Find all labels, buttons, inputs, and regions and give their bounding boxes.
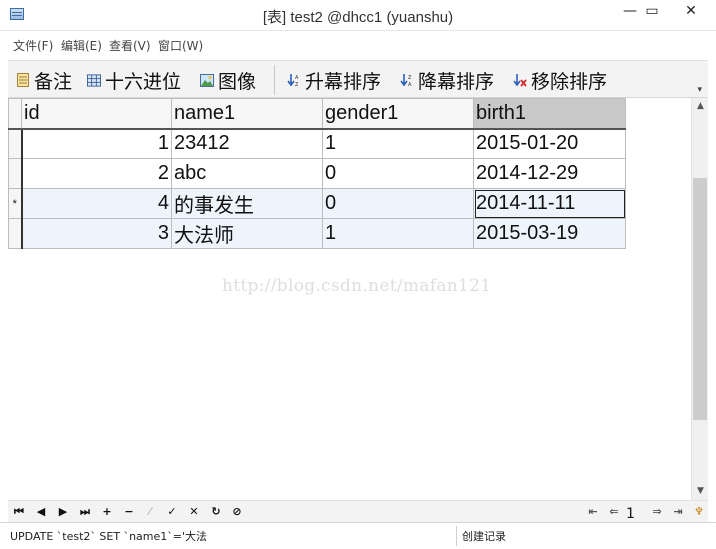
delete-record-icon[interactable]: −: [121, 504, 137, 520]
previous-page-icon[interactable]: ⇐: [606, 504, 622, 520]
toolbar-overflow-icon[interactable]: ▾: [697, 85, 702, 95]
page-number[interactable]: 1: [626, 506, 635, 522]
column-header-id[interactable]: id: [21, 98, 172, 130]
status-mode-text: 创建记录: [462, 530, 506, 543]
previous-record-icon[interactable]: ◀: [33, 504, 49, 520]
data-grid: id name1 gender1 birth1 1 23412 1 2015-0…: [8, 98, 691, 500]
stop-icon[interactable]: ⊘: [229, 504, 245, 520]
window-title: [表] test2 @dhcc1 (yuanshu): [262, 9, 454, 26]
cell-id[interactable]: 2: [21, 158, 172, 189]
row-indicator[interactable]: [8, 128, 23, 159]
menu-bar: 文件(F) 编辑(E) 查看(V) 窗口(W): [0, 31, 716, 57]
toolbar-separator: [274, 65, 275, 95]
next-record-icon[interactable]: ▶: [55, 504, 71, 520]
row-indicator-header: [8, 98, 22, 130]
cell-name1[interactable]: abc: [171, 158, 323, 189]
vertical-scrollbar[interactable]: ▲ ▼: [691, 98, 708, 500]
column-header-birth1[interactable]: birth1: [473, 98, 626, 130]
svg-text:Z: Z: [295, 82, 299, 87]
remove-sort-icon: [513, 73, 527, 87]
cell-name1[interactable]: 的事发生: [171, 188, 323, 219]
memo-button[interactable]: 备注: [16, 68, 73, 93]
maximize-button[interactable]: ▭: [637, 0, 667, 22]
cell-gender1[interactable]: 1: [322, 128, 474, 159]
record-navigation-bar: ⏮ ◀ ▶ ⏭ + − ⁄ ✓ ✕ ↻ ⊘ ⇤ ⇐ 1 ⇒ ⇥ ♆: [8, 500, 708, 522]
edit-record-icon[interactable]: ⁄: [142, 504, 158, 520]
title-bar: [表] test2 @dhcc1 (yuanshu) — ▭ ✕: [0, 0, 716, 31]
first-record-icon[interactable]: ⏮: [11, 504, 27, 520]
memo-label: 备注: [34, 70, 73, 93]
hex-label: 十六进位: [105, 70, 182, 93]
menu-window[interactable]: 窗口(W): [158, 37, 203, 54]
image-icon: [200, 73, 214, 87]
cell-gender1[interactable]: 0: [322, 188, 474, 219]
cell-name1[interactable]: 23412: [171, 128, 323, 159]
hex-button[interactable]: 十六进位: [87, 68, 182, 93]
svg-text:Z: Z: [408, 75, 412, 81]
cell-id[interactable]: 3: [21, 218, 172, 249]
apply-changes-icon[interactable]: ✓: [164, 504, 180, 520]
cell-name1[interactable]: 大法师: [171, 218, 323, 249]
cell-id[interactable]: 1: [21, 128, 172, 159]
svg-text:A: A: [408, 82, 412, 87]
scroll-up-icon[interactable]: ▲: [692, 98, 709, 115]
toolbar: 备注 十六进位 图像 AZ 升幕排序 ZA 降幕排序 移除排序 ▾: [8, 60, 708, 98]
sort-descending-icon: ZA: [400, 73, 414, 87]
next-page-icon[interactable]: ⇒: [649, 504, 665, 520]
table-row[interactable]: 3 大法师 1 2015-03-19: [8, 218, 626, 249]
first-page-icon[interactable]: ⇤: [585, 504, 601, 520]
menu-view[interactable]: 查看(V): [109, 37, 151, 54]
sort-ascending-label: 升幕排序: [305, 70, 382, 93]
memo-icon: [16, 73, 30, 87]
scrollbar-thumb[interactable]: [693, 178, 707, 420]
row-indicator[interactable]: [8, 158, 23, 189]
cell-birth1[interactable]: 2014-12-29: [473, 158, 626, 189]
filter-icon[interactable]: ♆: [691, 504, 707, 520]
cell-birth1[interactable]: 2015-01-20: [473, 128, 626, 159]
remove-sort-label: 移除排序: [531, 70, 608, 93]
column-header-name1[interactable]: name1: [171, 98, 323, 130]
refresh-icon[interactable]: ↻: [208, 504, 224, 520]
header-row: id name1 gender1 birth1: [8, 98, 626, 130]
last-record-icon[interactable]: ⏭: [77, 504, 93, 520]
status-separator: [456, 526, 457, 546]
sort-ascending-icon: AZ: [287, 73, 301, 87]
cell-gender1[interactable]: 1: [322, 218, 474, 249]
cell-id[interactable]: 4: [21, 188, 172, 219]
close-button[interactable]: ✕: [676, 0, 706, 22]
watermark-text: http://blog.csdn.net/mafan121: [222, 276, 492, 296]
discard-changes-icon[interactable]: ✕: [186, 504, 202, 520]
records-table: id name1 gender1 birth1 1 23412 1 2015-0…: [8, 98, 626, 249]
cell-birth1[interactable]: 2014-11-11: [473, 188, 626, 219]
cell-birth1[interactable]: 2015-03-19: [473, 218, 626, 249]
last-page-icon[interactable]: ⇥: [670, 504, 686, 520]
scroll-down-icon[interactable]: ▼: [692, 483, 709, 500]
image-button[interactable]: 图像: [200, 68, 257, 93]
sort-descending-label: 降幕排序: [418, 70, 495, 93]
menu-file[interactable]: 文件(F): [13, 37, 53, 54]
row-indicator[interactable]: [8, 218, 23, 249]
table-row[interactable]: 1 23412 1 2015-01-20: [8, 128, 626, 159]
menu-edit[interactable]: 编辑(E): [61, 37, 102, 54]
image-label: 图像: [218, 70, 257, 93]
sort-descending-button[interactable]: ZA 降幕排序: [400, 68, 495, 93]
remove-sort-button[interactable]: 移除排序: [513, 68, 608, 93]
row-indicator[interactable]: *: [8, 188, 23, 219]
sort-ascending-button[interactable]: AZ 升幕排序: [287, 68, 382, 93]
status-sql-text: UPDATE `test2` SET `name1`='大法: [10, 530, 208, 543]
cell-gender1[interactable]: 0: [322, 158, 474, 189]
status-bar: UPDATE `test2` SET `name1`='大法 创建记录: [0, 522, 716, 549]
add-record-icon[interactable]: +: [99, 504, 115, 520]
table-row[interactable]: * 4 的事发生 0 2014-11-11: [8, 188, 626, 219]
column-header-gender1[interactable]: gender1: [322, 98, 474, 130]
svg-text:A: A: [295, 75, 299, 81]
hex-grid-icon: [87, 73, 101, 87]
table-row[interactable]: 2 abc 0 2014-12-29: [8, 158, 626, 189]
